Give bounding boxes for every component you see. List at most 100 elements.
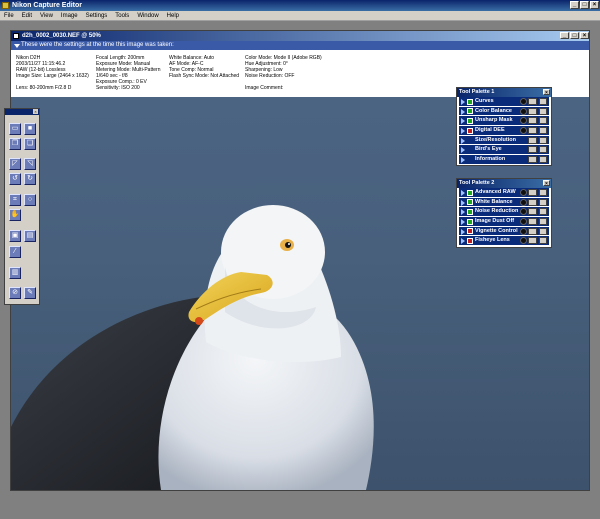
expand-triangle-icon[interactable] [461, 157, 465, 164]
maximize-icon[interactable]: □ [580, 1, 589, 9]
zoom-icon[interactable]: ○ [24, 194, 36, 206]
palette-tool-row[interactable]: White Balance [459, 197, 549, 208]
expand-triangle-icon[interactable] [461, 219, 465, 226]
palette-tool-row[interactable]: Advanced RAW [459, 188, 549, 198]
reset-icon[interactable] [520, 98, 527, 105]
reset-icon[interactable] [520, 237, 527, 245]
reset-icon[interactable] [520, 227, 527, 235]
open-folder-icon[interactable]: ▭ [9, 123, 21, 135]
reset-icon[interactable] [520, 117, 527, 125]
doc-minimize-icon[interactable]: _ [560, 32, 569, 39]
settings-menu-icon[interactable] [528, 107, 537, 115]
options-icon[interactable] [539, 117, 547, 125]
expand-triangle-icon[interactable] [461, 108, 465, 115]
menu-help[interactable]: Help [163, 11, 183, 21]
options-icon[interactable] [539, 189, 547, 196]
options-icon[interactable] [539, 156, 547, 164]
disabled-check-icon[interactable] [467, 228, 473, 235]
hand-icon[interactable]: ✋ [9, 209, 21, 221]
undo-icon[interactable]: ◸ [9, 158, 21, 170]
palette-2-close-icon[interactable]: × [543, 180, 550, 187]
settings-icon[interactable]: ✎ [24, 287, 36, 299]
settings-menu-icon[interactable] [528, 127, 537, 135]
palette-tool-row[interactable]: Unsharp Mask [459, 116, 549, 127]
shooting-info-bar[interactable]: These were the settings at the time this… [11, 41, 589, 50]
menu-image[interactable]: Image [57, 11, 82, 21]
crop-icon[interactable]: ⌗ [9, 194, 21, 206]
options-icon[interactable] [539, 237, 547, 245]
options-icon[interactable] [539, 146, 547, 154]
rotate-right-icon[interactable]: ↻ [24, 173, 36, 185]
enabled-check-icon[interactable] [467, 108, 473, 115]
tool-palette-1-titlebar[interactable]: Tool Palette 1 × [457, 88, 551, 97]
settings-menu-icon[interactable] [528, 208, 537, 216]
reset-icon[interactable] [520, 189, 527, 196]
palette-tool-row[interactable]: Fisheye Lens [459, 236, 549, 247]
no-icon[interactable]: ⊘ [9, 287, 21, 299]
expand-triangle-icon[interactable] [461, 99, 465, 105]
options-icon[interactable] [539, 227, 547, 235]
enabled-check-icon[interactable] [467, 218, 473, 225]
options-icon[interactable] [539, 107, 547, 115]
menu-settings[interactable]: Settings [82, 11, 112, 21]
minimize-icon[interactable]: _ [570, 1, 579, 9]
options-icon[interactable] [539, 98, 547, 105]
expand-triangle-icon[interactable] [461, 238, 465, 245]
settings-menu-icon[interactable] [528, 189, 537, 196]
menu-view[interactable]: View [36, 11, 57, 21]
menu-edit[interactable]: Edit [18, 11, 36, 21]
expand-triangle-icon[interactable] [461, 209, 465, 216]
enabled-check-icon[interactable] [467, 117, 473, 124]
palette-tool-row[interactable]: Color Balance [459, 106, 549, 117]
histogram-icon[interactable]: ▥ [9, 267, 21, 279]
reset-icon[interactable] [520, 107, 527, 115]
copy-icon[interactable]: ❐ [9, 138, 21, 150]
save-icon[interactable]: ■ [24, 123, 36, 135]
settings-menu-icon[interactable] [528, 136, 537, 144]
reset-icon[interactable] [520, 218, 527, 226]
settings-menu-icon[interactable] [528, 156, 537, 164]
settings-menu-icon[interactable] [528, 117, 537, 125]
settings-menu-icon[interactable] [528, 227, 537, 235]
enabled-check-icon[interactable] [467, 199, 473, 206]
enabled-check-icon[interactable] [467, 98, 473, 105]
paste-icon[interactable]: ❏ [24, 138, 36, 150]
settings-menu-icon[interactable] [528, 218, 537, 226]
expand-triangle-icon[interactable] [461, 190, 465, 196]
eyedropper-icon[interactable]: ⁄ [9, 246, 21, 258]
settings-menu-icon[interactable] [528, 146, 537, 154]
palette-tool-row[interactable]: Noise Reduction [459, 207, 549, 218]
disabled-check-icon[interactable] [467, 127, 473, 134]
enabled-check-icon[interactable] [467, 189, 473, 196]
palette-tool-row[interactable]: Bird's Eye [459, 145, 549, 156]
rotate-left-icon[interactable]: ↺ [9, 173, 21, 185]
enabled-check-icon[interactable] [467, 208, 473, 215]
expand-triangle-icon[interactable] [461, 147, 465, 154]
fit-icon[interactable]: ▣ [9, 230, 21, 242]
settings-menu-icon[interactable] [528, 198, 537, 206]
expand-triangle-icon[interactable] [461, 128, 465, 135]
collapse-triangle-icon[interactable] [14, 44, 20, 48]
tools-palette-titlebar[interactable]: × [5, 109, 39, 115]
options-icon[interactable] [539, 208, 547, 216]
menu-window[interactable]: Window [133, 11, 162, 21]
actual-size-icon[interactable]: ▤ [24, 230, 36, 242]
settings-menu-icon[interactable] [528, 98, 537, 105]
options-icon[interactable] [539, 136, 547, 144]
doc-maximize-icon[interactable]: □ [570, 32, 579, 39]
tools-close-icon[interactable]: × [33, 109, 38, 114]
redo-icon[interactable]: ◹ [24, 158, 36, 170]
palette-tool-row[interactable]: Size/Resolution [459, 135, 549, 146]
palette-tool-row[interactable]: Information [459, 155, 549, 165]
expand-triangle-icon[interactable] [461, 228, 465, 235]
palette-tool-row[interactable]: Curves [459, 97, 549, 107]
disabled-check-icon[interactable] [467, 237, 473, 244]
expand-triangle-icon[interactable] [461, 137, 465, 144]
tool-palette-2-titlebar[interactable]: Tool Palette 2 × [457, 179, 551, 188]
expand-triangle-icon[interactable] [461, 199, 465, 206]
close-icon[interactable]: × [590, 1, 599, 9]
options-icon[interactable] [539, 127, 547, 135]
doc-close-icon[interactable]: × [580, 32, 589, 39]
reset-icon[interactable] [520, 127, 527, 135]
palette-1-close-icon[interactable]: × [543, 89, 550, 96]
